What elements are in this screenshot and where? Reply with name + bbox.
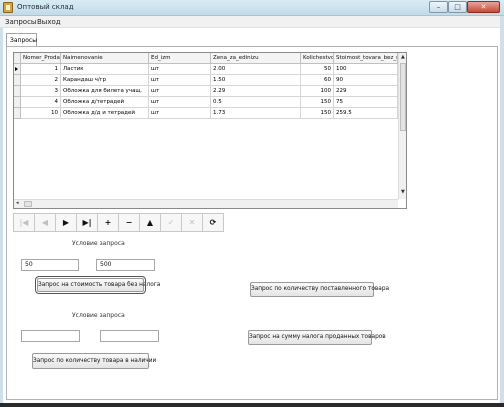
column-header-nomer-prodagi[interactable]: Nomer_Prodagi (21, 53, 61, 64)
scroll-left-arrow-icon[interactable]: ◂ (16, 200, 19, 207)
table-row[interactable]: 2 Карандаш ч/гр шт 1.50 60 90 (14, 75, 402, 86)
table-cell[interactable]: 75 (334, 97, 398, 108)
table-cell[interactable]: шт (149, 97, 211, 108)
table-cell[interactable]: 1 (21, 64, 61, 75)
table-cell[interactable]: 150 (301, 97, 334, 108)
condition-from-input-1[interactable]: 50 (21, 259, 79, 271)
table-cell[interactable]: 229 (334, 86, 398, 97)
vertical-scroll-thumb[interactable] (400, 63, 406, 131)
menu-bar: Запросы Выход (0, 16, 504, 28)
table-cell[interactable]: шт (149, 64, 211, 75)
table-cell[interactable]: Обложка д/д и тетрадей (61, 108, 149, 119)
table-row[interactable]: 10 Обложка д/д и тетрадей шт 1.73 150 259.5 (14, 108, 402, 119)
table-cell[interactable]: 1.73 (211, 108, 301, 119)
condition-label-1: Условие запроса (72, 240, 125, 247)
nav-cancel-icon[interactable]: ✕ (181, 213, 203, 232)
horizontal-scroll-thumb[interactable] (24, 201, 32, 207)
table-cell[interactable]: 0.5 (211, 97, 301, 108)
horizontal-scrollbar[interactable]: ◂ (14, 199, 398, 208)
table-cell[interactable]: 60 (301, 75, 334, 86)
condition-label-2: Условие запроса (72, 312, 125, 319)
maximize-button[interactable]: □ (448, 1, 467, 13)
sold-tax-sum-query-button[interactable]: Запрос на сумму налога проданных товаров (248, 330, 386, 345)
window-border-left (0, 28, 3, 403)
db-navigator: |◀ ◀ ▶ ▶| + − ▲ ✓ ✕ ⟳ (13, 213, 224, 232)
window-border-right (500, 16, 504, 403)
table-cell[interactable]: 1.50 (211, 75, 301, 86)
current-row-pointer-icon (15, 67, 18, 71)
scroll-down-arrow-icon[interactable]: ▼ (401, 189, 405, 196)
table-cell[interactable]: 90 (334, 75, 398, 86)
table-cell[interactable]: шт (149, 86, 211, 97)
table-cell[interactable]: 3 (21, 86, 61, 97)
row-indicator[interactable] (14, 75, 21, 86)
table-cell[interactable]: 100 (334, 64, 398, 75)
cost-without-tax-query-button[interactable]: Запрос на стоимость товара без налога (35, 276, 160, 294)
table-cell[interactable]: Карандаш ч/гр (61, 75, 149, 86)
nav-edit-icon[interactable]: ▲ (139, 213, 161, 232)
menu-item-vyhod[interactable]: Выход (37, 18, 61, 26)
header-indicator (14, 53, 21, 64)
table-cell[interactable]: шт (149, 108, 211, 119)
menu-item-zaprosy[interactable]: Запросы (5, 18, 36, 26)
condition-from-input-2[interactable] (21, 330, 80, 342)
table-cell[interactable]: 4 (21, 97, 61, 108)
nav-last-icon[interactable]: ▶| (76, 213, 98, 232)
scroll-up-arrow-icon[interactable]: ▲ (401, 54, 405, 61)
table-cell[interactable]: Обложка д/тетрадей (61, 97, 149, 108)
data-grid[interactable]: Nomer_Prodagi Naimenovanie Ed_izm Zena_z… (13, 52, 407, 209)
condition-to-input-1[interactable]: 500 (96, 259, 155, 271)
column-header-zena-za-edinizu[interactable]: Zena_za_edinizu (211, 53, 301, 64)
table-cell[interactable]: 2.00 (211, 64, 301, 75)
nav-next-icon[interactable]: ▶ (55, 213, 77, 232)
supplied-quantity-query-button[interactable]: Запрос по количеству поставленного товар… (250, 282, 389, 297)
row-indicator[interactable] (14, 64, 21, 75)
close-button[interactable]: ✕ (467, 1, 500, 13)
table-cell[interactable]: 259.5 (334, 108, 398, 119)
minimize-button[interactable]: – (429, 1, 448, 13)
row-indicator[interactable] (14, 97, 21, 108)
window-title: Оптовый склад (17, 3, 74, 11)
tab-zaprosy[interactable]: Запросы (6, 33, 37, 46)
column-header-kolichestvo[interactable]: Kolichestvo (301, 53, 334, 64)
table-cell[interactable]: 2 (21, 75, 61, 86)
vertical-scrollbar[interactable]: ▲ ▼ (398, 53, 406, 199)
table-cell[interactable]: 100 (301, 86, 334, 97)
table-cell[interactable]: 150 (301, 108, 334, 119)
title-bar: Оптовый склад – □ ✕ (0, 0, 504, 16)
nav-insert-icon[interactable]: + (97, 213, 119, 232)
condition-to-input-2[interactable] (100, 330, 159, 342)
screen-bottom-edge (0, 403, 504, 407)
stock-quantity-query-button[interactable]: Запрос по количеству товара в наличии (32, 353, 156, 369)
nav-refresh-icon[interactable]: ⟳ (202, 213, 224, 232)
column-header-stoimost[interactable]: Stoimost_tovara_bez_nalo (334, 53, 398, 64)
table-row[interactable]: 3 Обложка для билета учащ. шт 2.29 100 229 (14, 86, 402, 97)
nav-post-icon[interactable]: ✓ (160, 213, 182, 232)
table-cell[interactable]: 2.29 (211, 86, 301, 97)
nav-prior-icon[interactable]: ◀ (34, 213, 56, 232)
row-indicator[interactable] (14, 86, 21, 97)
table-cell[interactable]: 50 (301, 64, 334, 75)
table-cell[interactable]: шт (149, 75, 211, 86)
nav-delete-icon[interactable]: − (118, 213, 140, 232)
column-header-ed-izm[interactable]: Ed_izm (149, 53, 211, 64)
table-row[interactable]: 1 Ластик шт 2.00 50 100 (14, 64, 402, 75)
row-indicator[interactable] (14, 108, 21, 119)
nav-first-icon[interactable]: |◀ (13, 213, 35, 232)
table-cell[interactable]: Обложка для билета учащ. (61, 86, 149, 97)
app-icon (3, 2, 13, 13)
table-cell[interactable]: Ластик (61, 64, 149, 75)
table-cell[interactable]: 10 (21, 108, 61, 119)
column-header-naimenovanie[interactable]: Naimenovanie (61, 53, 149, 64)
table-row[interactable]: 4 Обложка д/тетрадей шт 0.5 150 75 (14, 97, 402, 108)
